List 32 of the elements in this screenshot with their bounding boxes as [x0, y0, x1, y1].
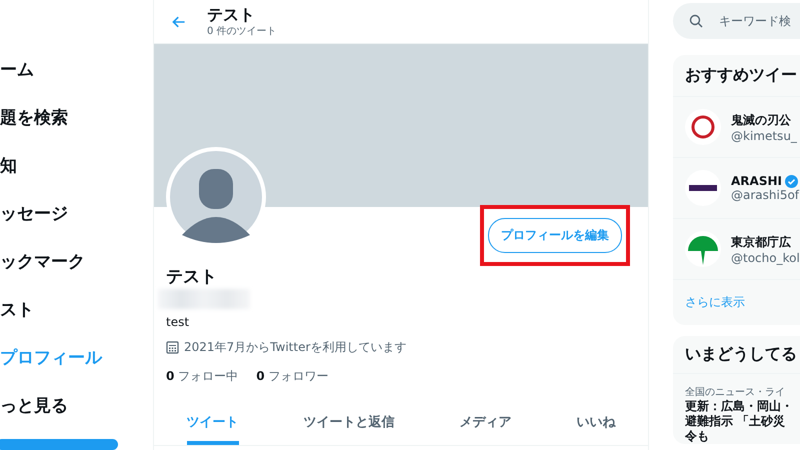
nav-item[interactable]: 知 — [0, 153, 17, 179]
nav-item[interactable]: っと見る — [0, 393, 68, 419]
profile-tab[interactable]: いいね — [576, 405, 616, 445]
account-name[interactable]: 東京都庁広 — [731, 234, 791, 250]
card-title: いまどうしてる — [673, 336, 800, 374]
profile-tab[interactable]: ツイートと返信 — [304, 405, 394, 445]
follow-stat[interactable]: 0 フォロー中 — [166, 368, 238, 385]
nav-item[interactable]: スト — [0, 297, 34, 323]
join-date: 2021年7月からTwitterを利用しています — [184, 339, 406, 356]
bio-text: test — [166, 315, 190, 329]
profile-tab[interactable]: メディア — [460, 405, 512, 445]
account-avatar-icon[interactable] — [685, 170, 721, 206]
nav-item[interactable]: 題を検索 — [0, 105, 68, 131]
account-name[interactable]: ARASHI — [731, 174, 782, 188]
follow-stat[interactable]: 0 フォロワー — [256, 368, 328, 385]
tweet-count: 0 件のツイート — [207, 24, 277, 38]
back-arrow-icon[interactable] — [171, 14, 187, 30]
profile-name: テスト — [166, 267, 218, 287]
account-handle: @arashi5of — [731, 188, 800, 202]
nav-item[interactable]: ッセージ — [0, 201, 68, 227]
calendar-icon — [166, 341, 179, 354]
account-handle: @tocho_kol — [731, 250, 800, 264]
search-field[interactable]: キーワード検 — [717, 13, 800, 29]
card-title: おすすめツイー — [673, 55, 800, 97]
trend-headline[interactable]: 更新：広島・岡山・ 避難指示 「土砂災 令も — [685, 399, 800, 444]
account-name[interactable]: 鬼滅の刃公 — [731, 112, 791, 128]
nav-item[interactable]: ックマーク — [0, 249, 85, 275]
nav-item[interactable]: ーム — [0, 57, 34, 83]
account-handle: @kimetsu_ — [731, 128, 797, 142]
profile-title: テスト — [207, 6, 256, 24]
trend-category: 全国のニュース・ライ — [685, 387, 785, 398]
search-icon — [689, 14, 703, 28]
